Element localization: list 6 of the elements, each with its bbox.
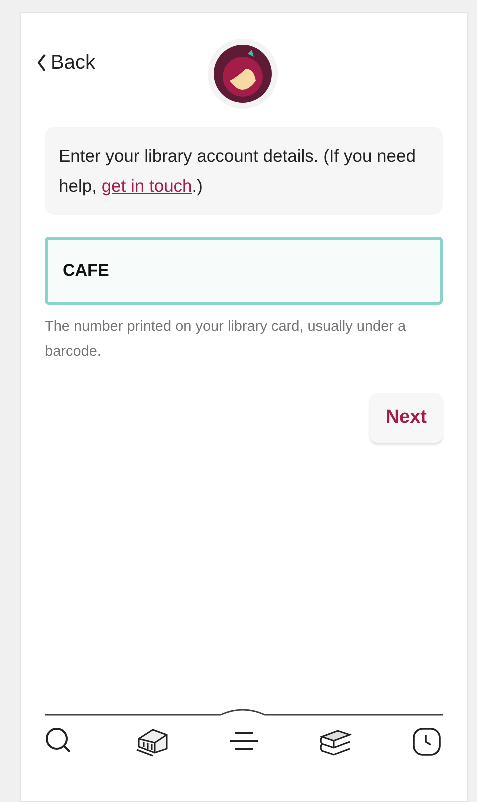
next-button[interactable]: Next [370,393,443,443]
instruction-text: Enter your library account details. (If you need help, get in touch.) [59,145,417,198]
get-in-touch-link[interactable]: get in touch [102,176,192,196]
back-button[interactable]: Back [37,48,96,78]
card-number-field[interactable]: CAFE [45,237,443,305]
helper-text: The number printed on your library card, usually under a barcode. [45,318,408,362]
